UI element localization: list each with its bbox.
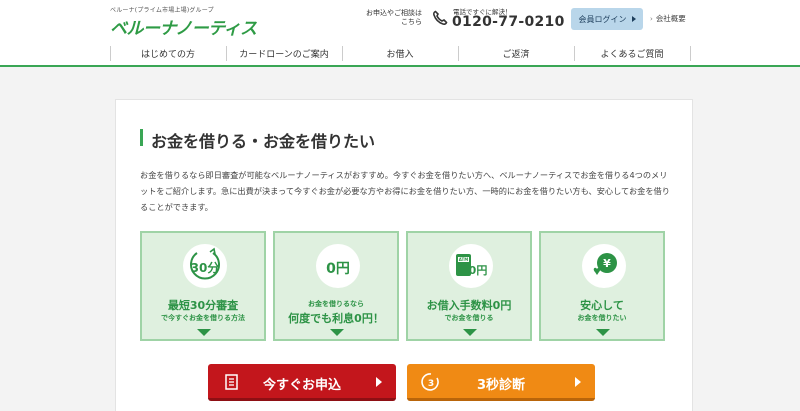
clock-30min-icon: 30分 bbox=[183, 244, 227, 288]
feature-card-30min[interactable]: 30分 最短30分審査 で今すぐお金を借りる方法 bbox=[140, 231, 266, 341]
apply-now-label: 今すぐお申込 bbox=[262, 378, 341, 393]
feature-card-zero-interest[interactable]: 0円 お金を借りるなら 何度でも利息0円！ bbox=[273, 231, 399, 341]
feature-subtitle: お金を借りたい bbox=[577, 314, 627, 322]
icon-text: 0円 bbox=[326, 261, 350, 277]
contact-label: お申込やご相談は こちら bbox=[366, 9, 422, 26]
company-overview-link[interactable]: › 会社概要 bbox=[650, 13, 686, 24]
down-triangle-icon bbox=[197, 329, 211, 336]
feature-card-zero-fee[interactable]: ATM 0円 お借入手数料0円 でお金を借りる bbox=[406, 231, 532, 341]
yen-heart-icon: ¥ bbox=[582, 244, 626, 288]
site-logo[interactable]: ベルーナノーティス bbox=[110, 14, 257, 39]
down-triangle-icon bbox=[330, 329, 344, 336]
feature-pretext: お金を借りるなら bbox=[308, 300, 364, 308]
down-triangle-icon bbox=[463, 329, 477, 336]
login-label: 会員ログイン bbox=[578, 14, 627, 24]
diagnosis-label: 3秒診断 bbox=[476, 378, 526, 393]
company-overview-label: 会社概要 bbox=[655, 14, 686, 23]
feature-title: 何度でも利息0円！ bbox=[288, 312, 384, 325]
phone-number[interactable]: 0120-77-0210 bbox=[452, 14, 565, 30]
feature-title: 最短30分審査 bbox=[167, 299, 239, 312]
feature-subtitle: で今すぐお金を借りる方法 bbox=[161, 314, 245, 322]
icon-text: 0円 bbox=[469, 264, 488, 277]
triangle-right-icon bbox=[631, 16, 636, 22]
phone-icon bbox=[433, 10, 448, 25]
feature-card-peace-of-mind[interactable]: ¥ 安心して お金を借りたい bbox=[539, 231, 665, 341]
atm-text: ATM bbox=[459, 257, 469, 262]
nav-item-faq[interactable]: よくあるご質問 bbox=[574, 41, 690, 65]
icon-text: 30分 bbox=[191, 260, 220, 275]
apply-now-button[interactable]: 今すぐお申込 bbox=[208, 364, 396, 401]
nav-item-card-loan[interactable]: カードローンのご案内 bbox=[226, 41, 342, 65]
site-header: ベルーナ(プライム市場上場)グループ ベルーナノーティス お申込やご相談は こち… bbox=[0, 0, 800, 41]
brand-subtitle: ベルーナ(プライム市場上場)グループ bbox=[110, 7, 214, 14]
page-title: お金を借りる・お金を借りたい bbox=[151, 132, 376, 151]
zero-yen-icon: 0円 bbox=[316, 244, 360, 288]
nav-item-beginners[interactable]: はじめての方 bbox=[110, 41, 226, 65]
member-login-button[interactable]: 会員ログイン bbox=[571, 8, 643, 30]
atm-zero-yen-icon: ATM 0円 bbox=[449, 244, 493, 288]
triangle-right-icon bbox=[575, 377, 581, 387]
feature-title: お借入手数料0円 bbox=[426, 299, 512, 312]
nav-item-borrowing[interactable]: お借入 bbox=[342, 41, 458, 65]
intro-text: お金を借りるなら即日審査が可能なベルーナノーティスがおすすめ。今すぐお金を借りた… bbox=[140, 170, 670, 212]
chevron-right-icon: › bbox=[650, 14, 653, 23]
content-card: お金を借りる・お金を借りたい お金を借りるなら即日審査が可能なベルーナノーティス… bbox=[115, 99, 693, 411]
feature-subtitle: でお金を借りる bbox=[444, 314, 494, 322]
three-second-diagnosis-button[interactable]: 3 3秒診断 bbox=[407, 364, 595, 401]
icon-text: ¥ bbox=[603, 257, 611, 270]
main-nav: はじめての方 カードローンのご案内 お借入 ご返済 よくあるご質問 bbox=[0, 41, 800, 67]
nav-item-repayment[interactable]: ご返済 bbox=[458, 41, 574, 65]
triangle-right-icon bbox=[376, 377, 382, 387]
feature-title: 安心して bbox=[580, 299, 624, 312]
title-accent-bar bbox=[140, 129, 143, 146]
nav-divider bbox=[690, 46, 691, 61]
down-triangle-icon bbox=[596, 329, 610, 336]
